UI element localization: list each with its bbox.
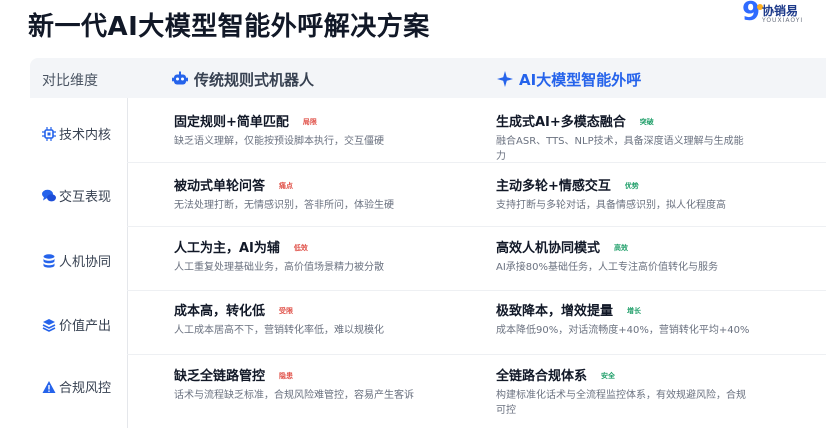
traditional-cell: 缺乏全链路管控 隐患 话术与流程缺乏标准，合规风险难管控，容易产生客诉 [174, 368, 434, 403]
row-dimension: 价值产出 [42, 315, 111, 334]
ai-cell: 极致降本，增效提量 增长 成本降低90%，对话流畅度+40%，营销转化平均+40% [496, 303, 756, 338]
advantage-tag: 增长 [627, 307, 642, 315]
advantage-tag: 高效 [614, 244, 629, 252]
traditional-title: 人工为主，AI为辅 [174, 241, 280, 256]
ai-desc: 成本降低90%，对话流畅度+40%，营销转化平均+40% [496, 325, 750, 336]
header-traditional-label: 传统规则式机器人 [194, 71, 315, 89]
ai-cell: 主动多轮+情感交互 优势 支持打断与多轮对话，具备情感识别，拟人化程度高 [496, 178, 756, 213]
ai-title: 高效人机协同模式 [496, 241, 601, 256]
row-dimension-label: 合规风控 [59, 381, 112, 396]
row-dimension: 交互表现 [42, 186, 111, 205]
traditional-desc: 话术与流程缺乏标准，合规风险难管控，容易产生客诉 [174, 390, 414, 401]
traditional-desc: 缺乏语义理解，仅能按预设脚本执行，交互僵硬 [174, 136, 384, 147]
database-icon [43, 254, 55, 268]
ai-cell: 生成式AI+多模态融合 突破 融合ASR、TTS、NLP技术，具备深度语义理解与生… [496, 114, 756, 164]
ai-title: 生成式AI+多模态融合 [496, 115, 626, 130]
ai-cell: 全链路合规体系 安全 构建标准化话术与全流程监控体系，有效规避风险，合规可控 [496, 368, 756, 418]
brand-logo: 9 协销易 YOUXIAOYI [740, 0, 812, 30]
row-dimension-label: 人机协同 [59, 255, 112, 270]
row-dimension: 技术内核 [42, 124, 111, 143]
row-dimension-label: 价值产出 [59, 319, 112, 334]
comparison-table: 对比维度 传统规则式机器人 AI大模型智能外呼 技术内核 固定规则+简单匹配 局… [30, 58, 826, 428]
warning-icon [42, 381, 56, 393]
risk-tag: 受限 [279, 307, 294, 315]
advantage-tag: 安全 [601, 372, 616, 380]
traditional-title: 缺乏全链路管控 [174, 369, 266, 384]
chip-icon [42, 127, 56, 141]
traditional-cell: 成本高，转化低 受限 人工成本居高不下，营销转化率低，难以规模化 [174, 303, 434, 338]
table-row: 价值产出 成本高，转化低 受限 人工成本居高不下，营销转化率低，难以规模化 极致降… [30, 303, 826, 367]
traditional-desc: 人工重复处理基础业务，高价值场景精力被分散 [174, 262, 384, 273]
ai-sparkle-icon [497, 71, 513, 87]
logo-subtitle: YOUXIAOYI [762, 17, 804, 24]
table-header: 对比维度 传统规则式机器人 AI大模型智能外呼 [30, 58, 826, 98]
layers-icon [42, 319, 56, 332]
ai-title: 全链路合规体系 [496, 369, 588, 384]
traditional-title: 成本高，转化低 [174, 304, 266, 319]
row-dimension-label: 技术内核 [59, 128, 112, 143]
row-dimension: 合规风控 [42, 377, 111, 396]
logo-glyph: 9 [742, 0, 763, 26]
header-dimension: 对比维度 [42, 73, 98, 89]
robot-icon [172, 71, 188, 85]
ai-title: 极致降本，增效提量 [496, 304, 614, 319]
risk-tag: 痛点 [279, 182, 294, 190]
ai-desc: 构建标准化话术与全流程监控体系，有效规避风险，合规可控 [496, 390, 746, 416]
traditional-cell: 人工为主，AI为辅 低效 人工重复处理基础业务，高价值场景精力被分散 [174, 240, 434, 275]
advantage-tag: 突破 [639, 118, 654, 126]
table-row: 交互表现 被动式单轮问答 痛点 无法处理打断，无情感识别，答非所问，体验生硬 主动… [30, 178, 826, 242]
risk-tag: 隐患 [279, 372, 294, 380]
traditional-desc: 人工成本居高不下，营销转化率低，难以规模化 [174, 325, 384, 336]
table-row: 人机协同 人工为主，AI为辅 低效 人工重复处理基础业务，高价值场景精力被分散 高… [30, 240, 826, 304]
ai-desc: AI承接80%基础任务，人工专注高价值转化与服务 [496, 262, 719, 273]
header-ai-label: AI大模型智能外呼 [519, 71, 642, 89]
ai-cell: 高效人机协同模式 高效 AI承接80%基础任务，人工专注高价值转化与服务 [496, 240, 756, 275]
ai-desc: 支持打断与多轮对话，具备情感识别，拟人化程度高 [496, 200, 726, 211]
traditional-cell: 固定规则+简单匹配 局限 缺乏语义理解，仅能按预设脚本执行，交互僵硬 [174, 114, 434, 149]
table-row: 技术内核 固定规则+简单匹配 局限 缺乏语义理解，仅能按预设脚本执行，交互僵硬 生… [30, 114, 826, 178]
ai-desc: 融合ASR、TTS、NLP技术，具备深度语义理解与生成能力 [496, 136, 744, 162]
traditional-title: 固定规则+简单匹配 [174, 115, 289, 130]
ai-title: 主动多轮+情感交互 [496, 179, 611, 194]
traditional-title: 被动式单轮问答 [174, 179, 266, 194]
chat-icon [42, 189, 56, 202]
header-ai: AI大模型智能外呼 [497, 69, 641, 90]
row-dimension: 人机协同 [42, 251, 111, 270]
risk-tag: 低效 [293, 244, 308, 252]
header-traditional: 传统规则式机器人 [172, 69, 314, 90]
advantage-tag: 优势 [624, 182, 639, 190]
traditional-cell: 被动式单轮问答 痛点 无法处理打断，无情感识别，答非所问，体验生硬 [174, 178, 434, 213]
page-title: 新一代AI大模型智能外呼解决方案 [28, 12, 430, 42]
row-dimension-label: 交互表现 [59, 190, 112, 205]
table-row: 合规风控 缺乏全链路管控 隐患 话术与流程缺乏标准，合规风险难管控，容易产生客诉 … [30, 368, 826, 432]
risk-tag: 局限 [302, 118, 317, 126]
traditional-desc: 无法处理打断，无情感识别，答非所问，体验生硬 [174, 200, 394, 211]
